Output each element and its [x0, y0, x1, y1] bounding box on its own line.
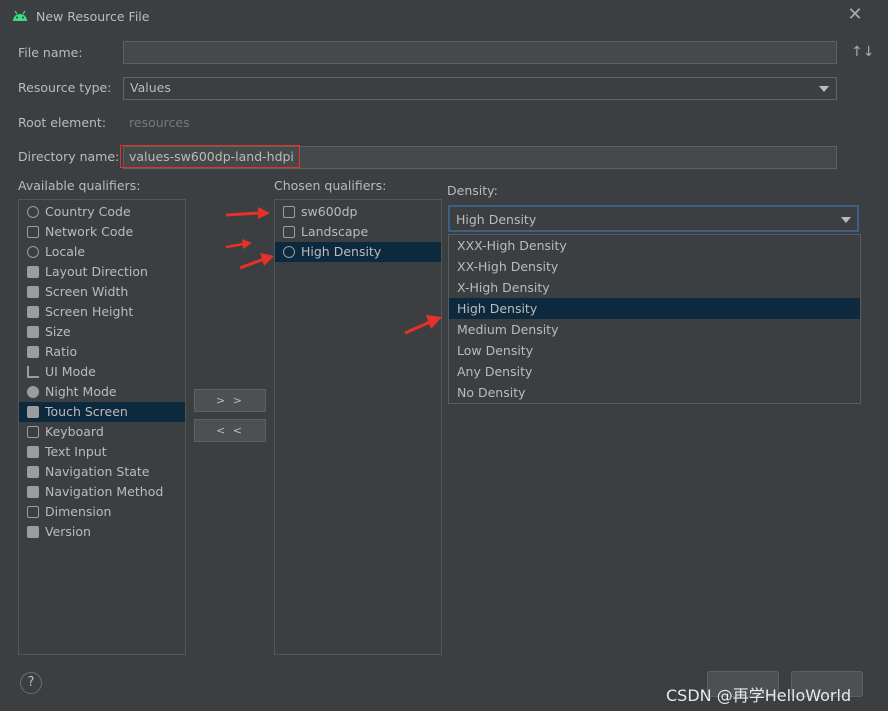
root-element-label: Root element: [18, 115, 107, 130]
watermark: CSDN @再学HelloWorld [666, 686, 852, 705]
list-item[interactable]: Ratio [19, 342, 185, 362]
text-input-icon [27, 446, 39, 458]
root-element-value: resources [129, 115, 190, 130]
screen-height-icon [27, 306, 39, 318]
density-option-selected[interactable]: High Density [449, 298, 860, 319]
density-option[interactable]: Any Density [449, 361, 860, 382]
close-icon[interactable]: ✕ [846, 6, 864, 24]
list-item[interactable]: Layout Direction [19, 262, 185, 282]
density-value: High Density [456, 212, 537, 227]
density-option[interactable]: Medium Density [449, 319, 860, 340]
file-name-label: File name: [18, 45, 83, 60]
smallest-width-icon [283, 206, 295, 218]
list-item[interactable]: Dimension [19, 502, 185, 522]
available-qualifiers-list[interactable]: Country Code Network Code Locale Layout … [18, 199, 186, 655]
orientation-icon [283, 226, 295, 238]
add-qualifier-button[interactable]: > > [194, 389, 266, 412]
density-options-popup: XXX-High Density XX-High Density X-High … [448, 234, 861, 404]
network-icon [27, 226, 39, 238]
list-item[interactable]: sw600dp [275, 202, 441, 222]
night-mode-icon [27, 386, 39, 398]
density-option[interactable]: X-High Density [449, 277, 860, 298]
resource-type-label: Resource type: [18, 80, 112, 95]
list-item[interactable]: Screen Height [19, 302, 185, 322]
help-button[interactable]: ? [20, 672, 42, 694]
keyboard-icon [27, 426, 39, 438]
chosen-qualifiers-list[interactable]: sw600dp Landscape High Density [274, 199, 442, 655]
window-title: New Resource File [36, 9, 150, 24]
list-item[interactable]: Keyboard [19, 422, 185, 442]
list-item[interactable]: Text Input [19, 442, 185, 462]
list-item[interactable]: Navigation Method [19, 482, 185, 502]
available-qualifiers-label: Available qualifiers: [18, 178, 141, 193]
globe-icon [27, 206, 39, 218]
list-item[interactable]: Night Mode [19, 382, 185, 402]
ui-mode-icon [27, 366, 39, 378]
version-icon [27, 526, 39, 538]
annotation-arrows-left [225, 207, 274, 270]
navigation-method-icon [27, 486, 39, 498]
list-item-selected[interactable]: Touch Screen [19, 402, 185, 422]
density-option[interactable]: XXX-High Density [449, 235, 860, 256]
list-item[interactable]: UI Mode [19, 362, 185, 382]
chevron-down-icon [841, 217, 851, 223]
list-item[interactable]: Navigation State [19, 462, 185, 482]
chosen-qualifiers-label: Chosen qualifiers: [274, 178, 387, 193]
list-item[interactable]: Country Code [19, 202, 185, 222]
annotation-arrow-density [404, 315, 442, 335]
file-name-input[interactable] [123, 41, 837, 64]
directory-name-label: Directory name: [18, 149, 120, 164]
screen-width-icon [27, 286, 39, 298]
list-item[interactable]: Size [19, 322, 185, 342]
density-dropdown[interactable]: High Density [448, 205, 859, 232]
list-item[interactable]: Locale [19, 242, 185, 262]
sort-icon[interactable]: ↑↓ [851, 44, 874, 60]
density-option[interactable]: XX-High Density [449, 256, 860, 277]
list-item[interactable]: Network Code [19, 222, 185, 242]
layout-direction-icon [27, 266, 39, 278]
android-icon [12, 10, 28, 22]
density-option[interactable]: Low Density [449, 340, 860, 361]
density-icon [283, 246, 295, 258]
chevron-down-icon [819, 86, 829, 92]
size-icon [27, 326, 39, 338]
density-label: Density: [447, 183, 498, 198]
list-item[interactable]: Version [19, 522, 185, 542]
resource-type-dropdown[interactable]: Values [123, 77, 837, 100]
annotation-highlight-box [120, 145, 300, 168]
remove-qualifier-button[interactable]: < < [194, 419, 266, 442]
list-item[interactable]: Screen Width [19, 282, 185, 302]
dimension-icon [27, 506, 39, 518]
locale-icon [27, 246, 39, 258]
list-item-selected[interactable]: High Density [275, 242, 441, 262]
list-item[interactable]: Landscape [275, 222, 441, 242]
resource-type-value: Values [130, 80, 171, 95]
density-option[interactable]: No Density [449, 382, 860, 403]
ratio-icon [27, 346, 39, 358]
touch-screen-icon [27, 406, 39, 418]
navigation-state-icon [27, 466, 39, 478]
